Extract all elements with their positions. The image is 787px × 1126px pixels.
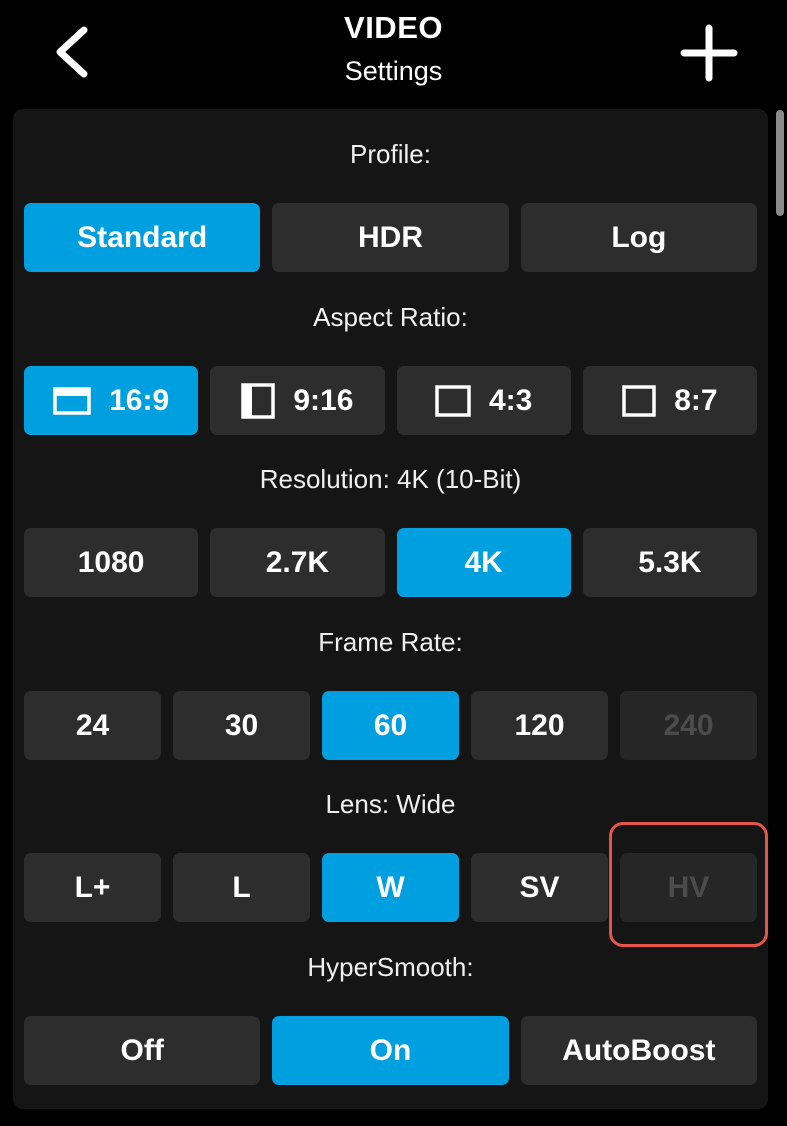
aspect-ratio-label: Aspect Ratio: <box>313 302 468 332</box>
aspect-option-8-7[interactable]: 8:7 <box>582 366 757 435</box>
lens-label: Lens: Wide <box>325 789 456 819</box>
highlight-annotation-box <box>609 822 768 947</box>
hypersmooth-option-autoboost[interactable]: AutoBoost <box>520 1016 757 1085</box>
profile-option-standard[interactable]: Standard <box>24 203 261 272</box>
profile-option-hdr[interactable]: HDR <box>272 203 509 272</box>
profile-options: Standard HDR Log <box>24 203 757 272</box>
page-title: VIDEO <box>344 10 443 45</box>
hypersmooth-option-off[interactable]: Off <box>24 1016 261 1085</box>
standard-frame-icon <box>435 384 471 417</box>
lens-option-w[interactable]: W <box>322 853 459 922</box>
frame-rate-label: Frame Rate: <box>318 627 463 657</box>
resolution-option-5-3k[interactable]: 5.3K <box>582 528 757 597</box>
frame-rate-options: 24 30 60 120 240 <box>24 691 757 760</box>
hypersmooth-label: HyperSmooth: <box>307 952 474 982</box>
hypersmooth-option-on[interactable]: On <box>272 1016 509 1085</box>
aspect-option-label: 16:9 <box>109 383 170 417</box>
settings-panel: Profile: Standard HDR Log Aspect Ratio: … <box>13 109 768 1109</box>
frame-rate-option-60[interactable]: 60 <box>322 691 459 760</box>
aspect-option-9-16[interactable]: 9:16 <box>210 366 385 435</box>
landscape-frame-icon <box>53 386 91 415</box>
profile-label: Profile: <box>350 139 431 169</box>
scrollbar[interactable] <box>776 110 784 216</box>
page-subtitle: Settings <box>344 56 443 86</box>
header: VIDEO Settings <box>0 0 787 105</box>
resolution-option-4k[interactable]: 4K <box>396 528 571 597</box>
resolution-options: 1080 2.7K 4K 5.3K <box>24 528 757 597</box>
frame-rate-option-120[interactable]: 120 <box>471 691 608 760</box>
lens-option-sv[interactable]: SV <box>471 853 608 922</box>
aspect-option-label: 9:16 <box>293 383 354 417</box>
hypersmooth-options: Off On AutoBoost <box>24 1016 757 1085</box>
frame-rate-option-24[interactable]: 24 <box>24 691 161 760</box>
aspect-option-4-3[interactable]: 4:3 <box>396 366 571 435</box>
lens-option-l-plus[interactable]: L+ <box>24 853 161 922</box>
portrait-frame-icon <box>241 382 276 419</box>
frame-rate-option-240: 240 <box>620 691 757 760</box>
profile-option-log[interactable]: Log <box>520 203 757 272</box>
resolution-option-1080[interactable]: 1080 <box>24 528 199 597</box>
aspect-ratio-options: 16:9 9:16 4:3 8:7 <box>24 366 757 435</box>
square-frame-icon <box>622 384 656 417</box>
plus-icon[interactable] <box>676 20 742 86</box>
aspect-option-label: 8:7 <box>674 383 718 417</box>
resolution-option-2-7k[interactable]: 2.7K <box>210 528 385 597</box>
frame-rate-option-30[interactable]: 30 <box>173 691 310 760</box>
video-settings-screen: VIDEO Settings Profile: Standard HDR Log… <box>0 0 787 1126</box>
aspect-option-16-9[interactable]: 16:9 <box>24 366 199 435</box>
lens-option-l[interactable]: L <box>173 853 310 922</box>
aspect-option-label: 4:3 <box>488 383 533 417</box>
resolution-label: Resolution: 4K (10-Bit) <box>259 464 522 494</box>
